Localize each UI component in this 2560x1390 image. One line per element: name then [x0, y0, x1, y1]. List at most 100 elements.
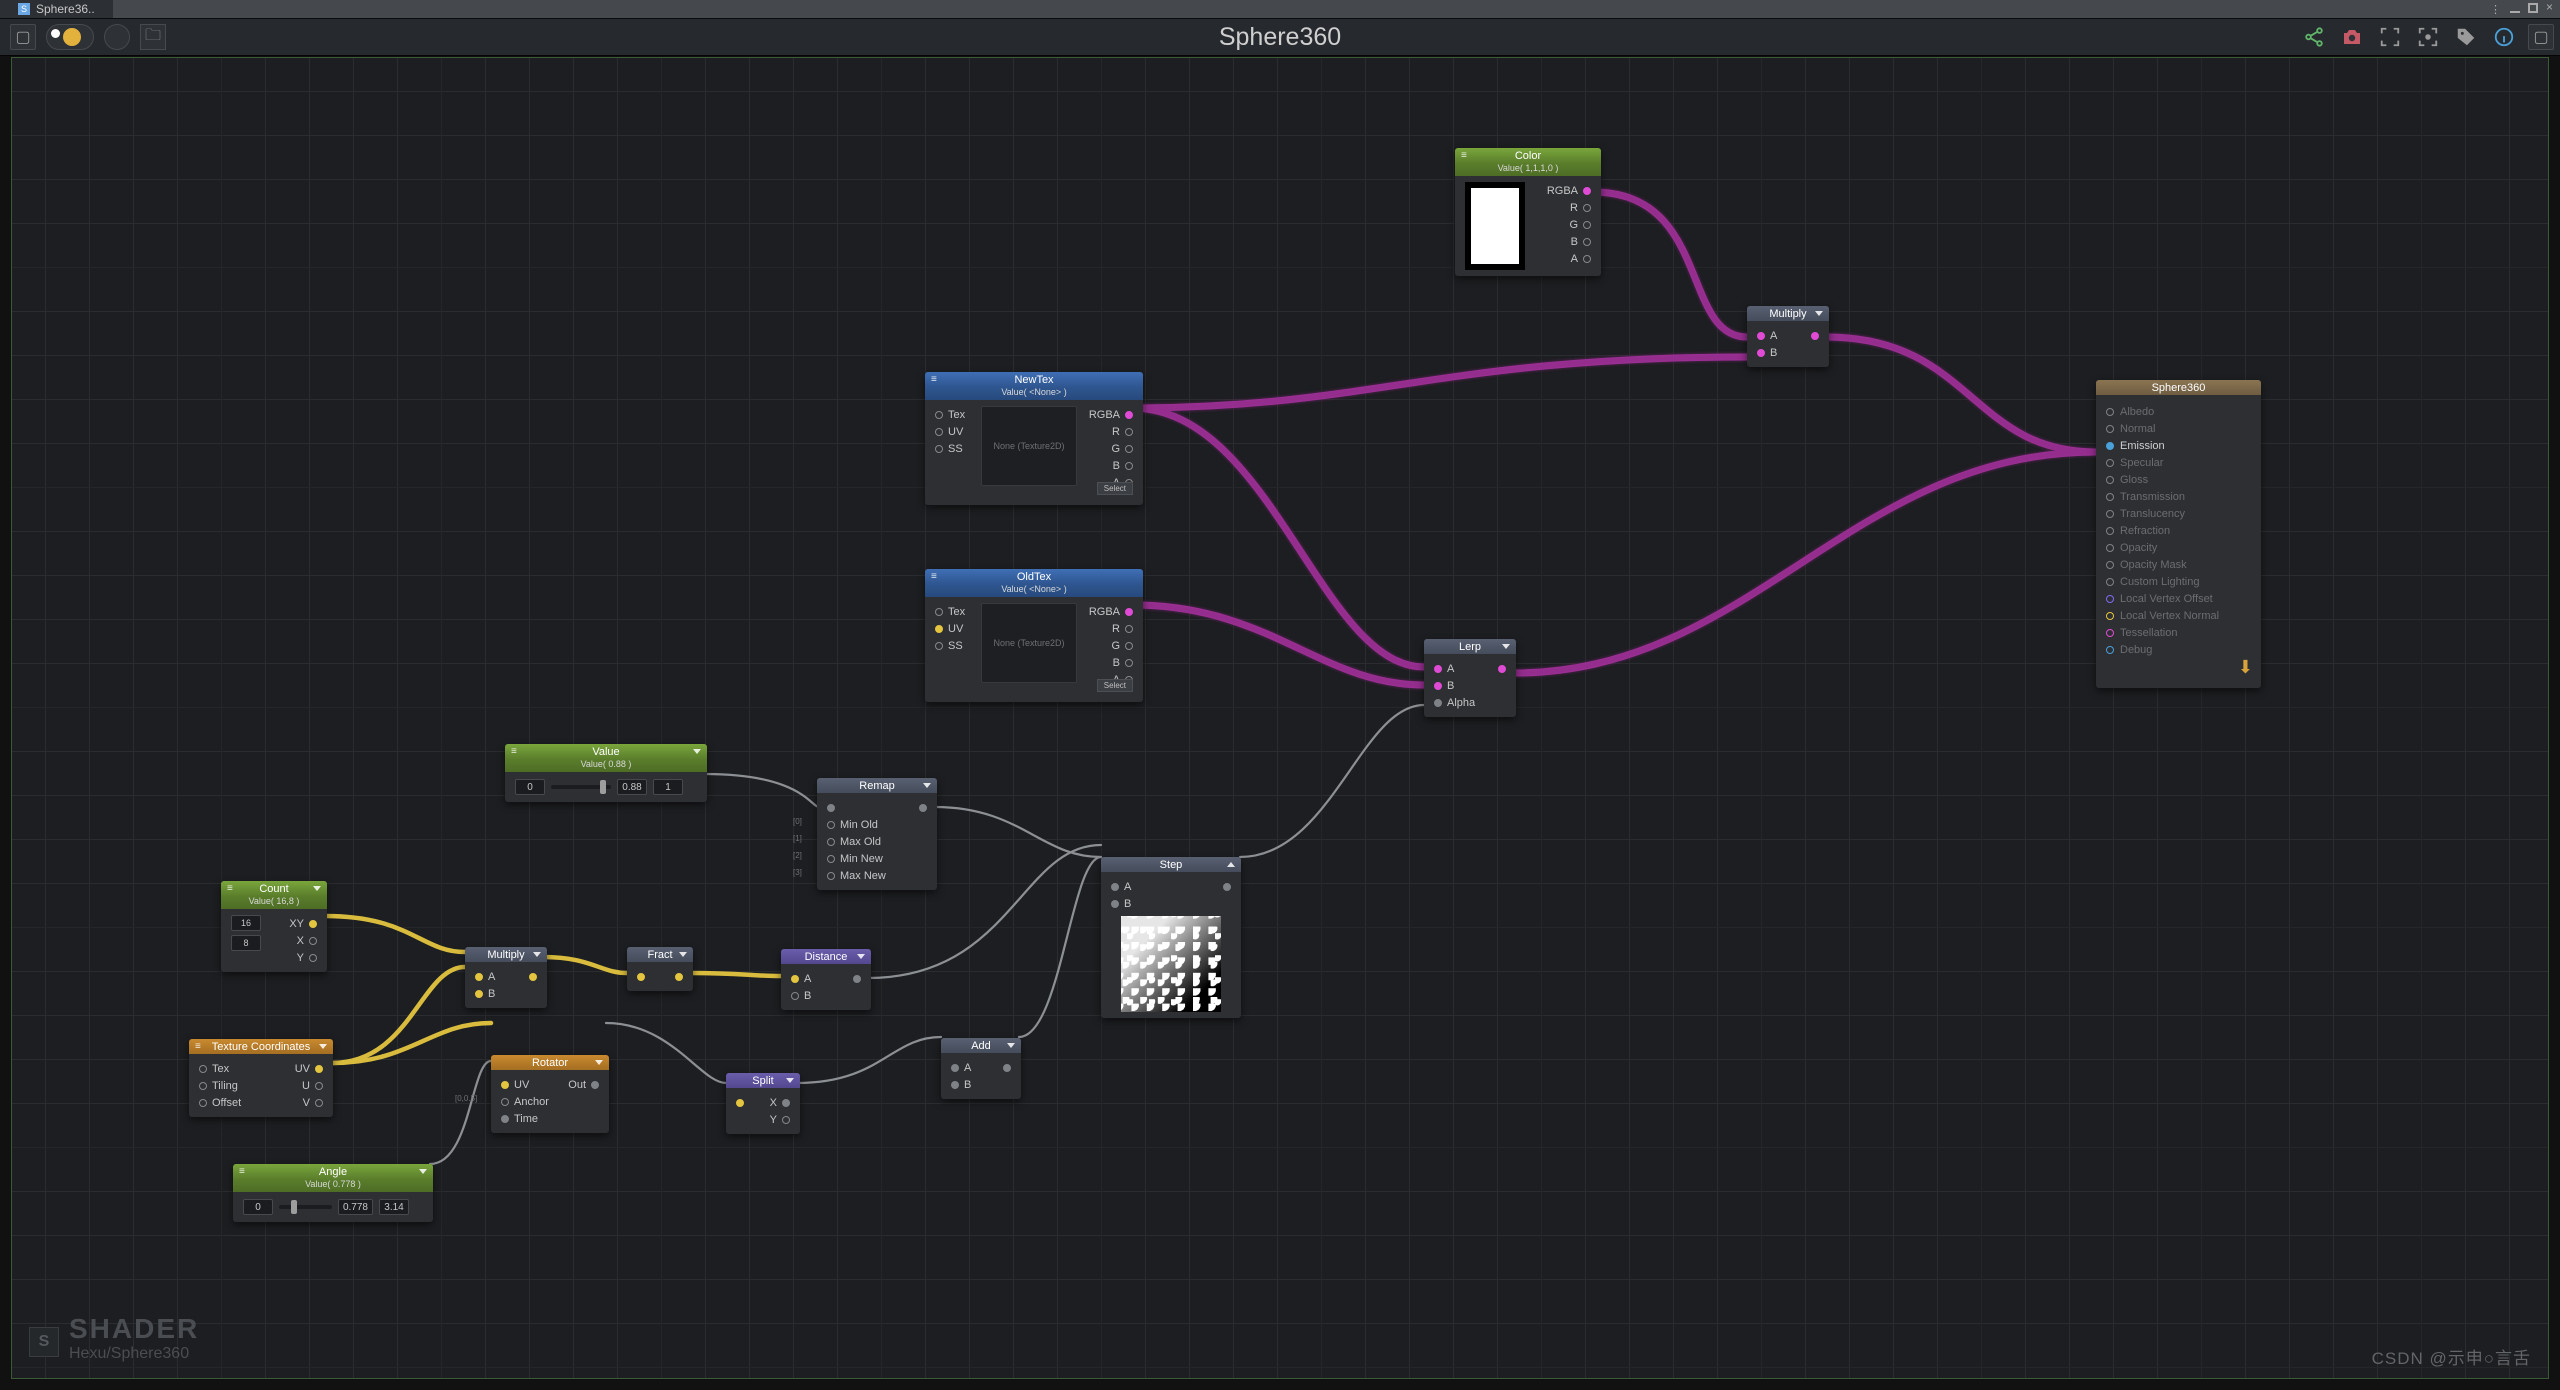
window-minimize-icon[interactable] — [2510, 3, 2520, 13]
output-port[interactable] — [315, 1065, 323, 1073]
input-port[interactable] — [1434, 699, 1442, 707]
node-lerp[interactable]: Lerp A B Alpha — [1424, 639, 1516, 717]
input-port[interactable] — [791, 975, 799, 983]
master-input-albedo[interactable]: Albedo — [2106, 403, 2251, 420]
slider-max[interactable]: 1 — [653, 779, 683, 795]
output-port[interactable] — [415, 1203, 423, 1211]
live-preview-toggle[interactable] — [46, 24, 94, 50]
input-port[interactable] — [951, 1064, 959, 1072]
output-port[interactable] — [309, 920, 317, 928]
node-multiply-top[interactable]: Multiply A B — [1747, 306, 1829, 367]
open-folder-button[interactable]: 🗀 — [140, 24, 166, 50]
output-port[interactable] — [1498, 665, 1506, 673]
clear-button[interactable] — [104, 24, 130, 50]
input-port[interactable] — [475, 990, 483, 998]
select-button[interactable]: Select — [1097, 482, 1133, 495]
output-port[interactable] — [853, 975, 861, 983]
chevron-down-icon[interactable] — [786, 1078, 794, 1083]
output-port[interactable] — [782, 1116, 790, 1124]
output-port[interactable] — [1583, 238, 1591, 246]
input-port[interactable] — [2106, 561, 2114, 569]
input-port[interactable] — [736, 1099, 744, 1107]
camera-icon[interactable] — [2338, 23, 2366, 51]
input-port[interactable] — [2106, 476, 2114, 484]
window-menu-icon[interactable]: ⋮ — [2490, 3, 2502, 16]
master-input-local-vertex-offset[interactable]: Local Vertex Offset — [2106, 590, 2251, 607]
master-input-opacity-mask[interactable]: Opacity Mask — [2106, 556, 2251, 573]
slider-min[interactable]: 0 — [243, 1199, 273, 1215]
menu-icon[interactable]: ≡ — [227, 883, 233, 894]
master-input-emission[interactable]: Emission — [2106, 437, 2251, 454]
output-port[interactable] — [1583, 204, 1591, 212]
node-add[interactable]: Add A B — [941, 1038, 1021, 1099]
input-port[interactable] — [1434, 682, 1442, 690]
input-port[interactable] — [1434, 665, 1442, 673]
output-port[interactable] — [1125, 428, 1133, 436]
select-button[interactable]: Select — [1097, 679, 1133, 692]
download-icon[interactable]: ⬇ — [2238, 657, 2253, 678]
input-port[interactable] — [637, 973, 645, 981]
output-port[interactable] — [591, 1081, 599, 1089]
y-field[interactable]: 8 — [231, 935, 261, 951]
input-port[interactable] — [2106, 459, 2114, 467]
node-step[interactable]: Step A B — [1101, 857, 1241, 1018]
menu-icon[interactable]: ≡ — [931, 571, 937, 582]
node-count[interactable]: ≡ Count Value( 16,8 ) 16 8 XY X Y — [221, 881, 327, 972]
input-port[interactable] — [935, 625, 943, 633]
input-port[interactable] — [2106, 442, 2114, 450]
master-input-tessellation[interactable]: Tessellation — [2106, 624, 2251, 641]
master-input-transmission[interactable]: Transmission — [2106, 488, 2251, 505]
menu-icon[interactable]: ≡ — [195, 1041, 201, 1052]
input-port[interactable] — [827, 855, 835, 863]
output-port[interactable] — [1125, 659, 1133, 667]
chevron-down-icon[interactable] — [1815, 311, 1823, 316]
chevron-down-icon[interactable] — [533, 952, 541, 957]
input-port[interactable] — [951, 1081, 959, 1089]
node-distance[interactable]: Distance A B — [781, 949, 871, 1010]
input-port[interactable] — [1111, 900, 1119, 908]
info-icon[interactable] — [2490, 23, 2518, 51]
document-tab[interactable]: S Sphere36.. — [0, 0, 113, 18]
chevron-down-icon[interactable] — [313, 886, 321, 891]
menu-icon[interactable]: ≡ — [931, 374, 937, 385]
share-icon[interactable] — [2300, 23, 2328, 51]
master-input-local-vertex-normal[interactable]: Local Vertex Normal — [2106, 607, 2251, 624]
node-angle[interactable]: ≡ Angle Value( 0.778 ) 0 0.778 3.14 — [233, 1164, 433, 1222]
node-multiply[interactable]: Multiply A B — [465, 947, 547, 1008]
input-port[interactable] — [827, 804, 835, 812]
input-port[interactable] — [199, 1082, 207, 1090]
input-port[interactable] — [2106, 408, 2114, 416]
output-port[interactable] — [309, 937, 317, 945]
output-port[interactable] — [1811, 332, 1819, 340]
master-input-debug[interactable]: Debug — [2106, 641, 2251, 658]
input-port[interactable] — [827, 872, 835, 880]
texture-preview[interactable]: None (Texture2D) Select — [981, 603, 1077, 683]
chevron-down-icon[interactable] — [679, 952, 687, 957]
chevron-up-icon[interactable] — [1227, 862, 1235, 867]
toggle-left-panel-button[interactable]: ▢ — [10, 24, 36, 50]
input-port[interactable] — [199, 1099, 207, 1107]
output-port[interactable] — [529, 973, 537, 981]
x-field[interactable]: 16 — [231, 915, 261, 931]
output-port[interactable] — [1223, 883, 1231, 891]
input-port[interactable] — [475, 973, 483, 981]
focus-corners-icon[interactable] — [2376, 23, 2404, 51]
input-port[interactable] — [2106, 544, 2114, 552]
input-port[interactable] — [935, 411, 943, 419]
input-port[interactable] — [2106, 527, 2114, 535]
node-split[interactable]: Split X Y — [726, 1073, 800, 1134]
input-port[interactable] — [791, 992, 799, 1000]
output-port[interactable] — [315, 1099, 323, 1107]
output-port[interactable] — [1583, 255, 1591, 263]
slider-value[interactable]: 0.778 — [338, 1199, 373, 1215]
input-port[interactable] — [2106, 425, 2114, 433]
output-port[interactable] — [1583, 187, 1591, 195]
slider-max[interactable]: 3.14 — [379, 1199, 409, 1215]
input-port[interactable] — [2106, 578, 2114, 586]
master-input-gloss[interactable]: Gloss — [2106, 471, 2251, 488]
master-input-normal[interactable]: Normal — [2106, 420, 2251, 437]
shader-graph-canvas[interactable]: ≡ Color Value( 1,1,1,0 ) RGBA R G B A Mu… — [10, 56, 2550, 1380]
angle-slider[interactable] — [279, 1205, 332, 1209]
color-preview[interactable] — [1465, 182, 1525, 270]
node-newtex[interactable]: ≡ NewTex Value( <None> ) Tex UV SS None … — [925, 372, 1143, 505]
